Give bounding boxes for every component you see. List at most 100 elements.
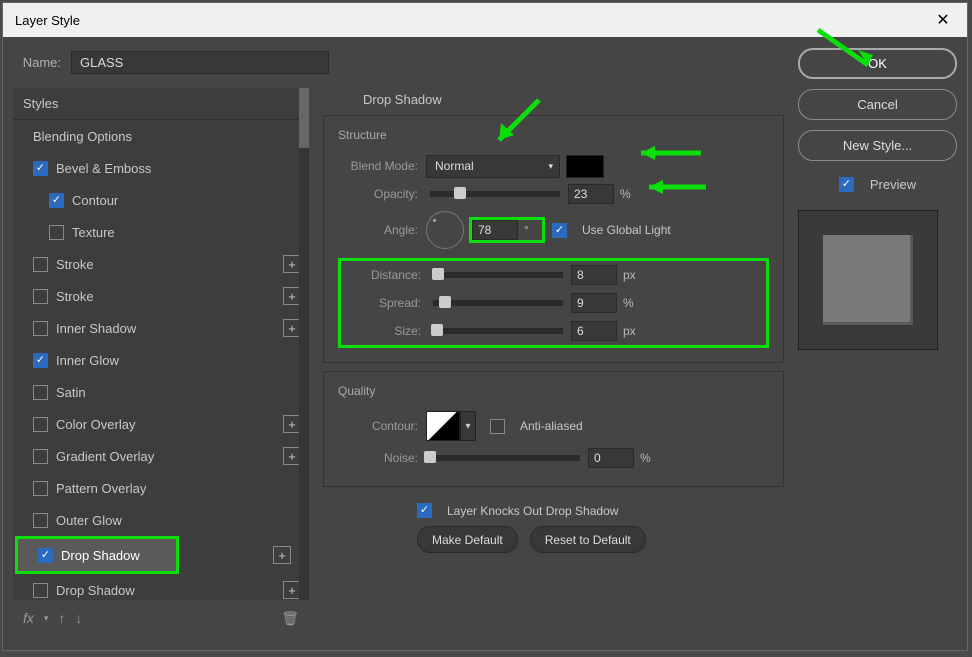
spread-input[interactable] [571, 293, 617, 313]
style-row-outer-glow[interactable]: Outer Glow [13, 504, 309, 536]
style-label: Gradient Overlay [56, 449, 154, 464]
opacity-label: Opacity: [338, 187, 426, 201]
reset-default-button[interactable]: Reset to Default [530, 526, 646, 553]
styles-panel: Styles Blending Options Bevel & Emboss Con… [13, 88, 309, 600]
opacity-input[interactable] [568, 184, 614, 204]
styles-header: Styles [13, 88, 309, 120]
size-label: Size: [341, 324, 429, 338]
style-row-inner-glow[interactable]: Inner Glow [13, 344, 309, 376]
angle-input[interactable] [472, 220, 518, 240]
ok-button[interactable]: OK [798, 48, 957, 79]
opacity-unit: % [620, 187, 638, 201]
name-input[interactable] [71, 51, 329, 74]
spread-slider[interactable] [433, 300, 563, 306]
style-checkbox[interactable] [33, 321, 48, 336]
style-checkbox[interactable] [33, 353, 48, 368]
style-label: Drop Shadow [61, 548, 140, 563]
style-checkbox[interactable] [33, 449, 48, 464]
move-down-icon[interactable]: ↓ [75, 610, 82, 626]
angle-unit: ° [524, 223, 542, 237]
style-row-texture[interactable]: Texture [13, 216, 309, 248]
size-input[interactable] [571, 321, 617, 341]
angle-dial[interactable] [426, 211, 464, 249]
style-checkbox[interactable] [33, 161, 48, 176]
move-up-icon[interactable]: ↑ [58, 610, 65, 626]
style-row-inner-shadow[interactable]: Inner Shadow+ [13, 312, 309, 344]
distance-unit: px [623, 268, 641, 282]
fx-menu-icon[interactable]: fx [23, 610, 34, 626]
style-label: Stroke [56, 257, 94, 272]
style-checkbox[interactable] [33, 513, 48, 528]
noise-input[interactable] [588, 448, 634, 468]
style-row-satin[interactable]: Satin [13, 376, 309, 408]
contour-picker[interactable] [426, 411, 460, 441]
style-checkbox[interactable] [33, 257, 48, 272]
distance-input[interactable] [571, 265, 617, 285]
quality-title: Quality [338, 382, 769, 408]
style-checkbox[interactable] [33, 481, 48, 496]
style-checkbox[interactable] [33, 385, 48, 400]
layer-style-dialog: Layer Style ✕ Name: Styles Blending Opti… [2, 2, 968, 651]
style-label: Pattern Overlay [56, 481, 146, 496]
style-row-drop-shadow[interactable]: Drop Shadow [18, 539, 176, 571]
style-checkbox[interactable] [33, 583, 48, 598]
structure-title: Structure [338, 126, 769, 152]
name-label: Name: [21, 55, 61, 70]
spread-unit: % [623, 296, 641, 310]
antialiased-label: Anti-aliased [520, 419, 583, 433]
contour-dropdown-icon[interactable]: ▾ [460, 411, 476, 441]
style-label: Inner Glow [56, 353, 119, 368]
preview-checkbox[interactable] [839, 177, 854, 192]
spread-label: Spread: [341, 296, 429, 310]
style-checkbox[interactable] [49, 225, 64, 240]
style-label: Stroke [56, 289, 94, 304]
contour-label: Contour: [338, 419, 426, 433]
style-row-drop-shadow[interactable]: Drop Shadow+ [13, 574, 309, 606]
structure-fieldset: Structure Blend Mode: Normal ▾ Opacity: [323, 115, 784, 363]
style-checkbox[interactable] [49, 193, 64, 208]
close-icon[interactable]: ✕ [931, 8, 955, 32]
dialog-title: Layer Style [15, 13, 80, 28]
quality-fieldset: Quality Contour: ▾ Anti-aliased Noise: [323, 371, 784, 487]
global-light-label: Use Global Light [582, 223, 671, 237]
size-slider[interactable] [433, 328, 563, 334]
opacity-slider[interactable] [430, 191, 560, 197]
effect-title: Drop Shadow [323, 88, 784, 115]
new-style-button[interactable]: New Style... [798, 130, 957, 161]
trash-icon[interactable]: 🗑 [281, 610, 299, 627]
style-row-stroke[interactable]: Stroke+ [13, 248, 309, 280]
knockout-checkbox[interactable] [417, 503, 432, 518]
shadow-color-swatch[interactable] [566, 155, 604, 178]
distance-slider[interactable] [433, 272, 563, 278]
antialiased-checkbox[interactable] [490, 419, 505, 434]
style-row-stroke[interactable]: Stroke+ [13, 280, 309, 312]
style-row-gradient-overlay[interactable]: Gradient Overlay+ [13, 440, 309, 472]
noise-label: Noise: [338, 451, 426, 465]
style-label: Drop Shadow [56, 583, 135, 598]
style-checkbox[interactable] [33, 289, 48, 304]
noise-slider[interactable] [430, 455, 580, 461]
preview-label: Preview [870, 177, 916, 192]
chevron-down-icon: ▾ [548, 161, 553, 172]
style-row-pattern-overlay[interactable]: Pattern Overlay [13, 472, 309, 504]
global-light-checkbox[interactable] [552, 223, 567, 238]
blend-mode-dropdown[interactable]: Normal ▾ [426, 155, 560, 178]
style-label: Bevel & Emboss [56, 161, 151, 176]
styles-scrollbar[interactable] [299, 88, 309, 600]
angle-label: Angle: [338, 223, 426, 237]
style-row-contour[interactable]: Contour [13, 184, 309, 216]
style-label: Inner Shadow [56, 321, 136, 336]
style-label: Texture [72, 225, 115, 240]
style-checkbox[interactable] [33, 417, 48, 432]
add-effect-icon[interactable]: + [273, 546, 291, 564]
style-row-color-overlay[interactable]: Color Overlay+ [13, 408, 309, 440]
distance-label: Distance: [341, 268, 429, 282]
style-checkbox[interactable] [38, 548, 53, 563]
blend-mode-label: Blend Mode: [338, 159, 426, 173]
style-row-blending-options[interactable]: Blending Options [13, 120, 309, 152]
cancel-button[interactable]: Cancel [798, 89, 957, 120]
make-default-button[interactable]: Make Default [417, 526, 518, 553]
knockout-label: Layer Knocks Out Drop Shadow [447, 504, 618, 518]
style-row-bevel-emboss[interactable]: Bevel & Emboss [13, 152, 309, 184]
titlebar: Layer Style ✕ [3, 3, 967, 37]
